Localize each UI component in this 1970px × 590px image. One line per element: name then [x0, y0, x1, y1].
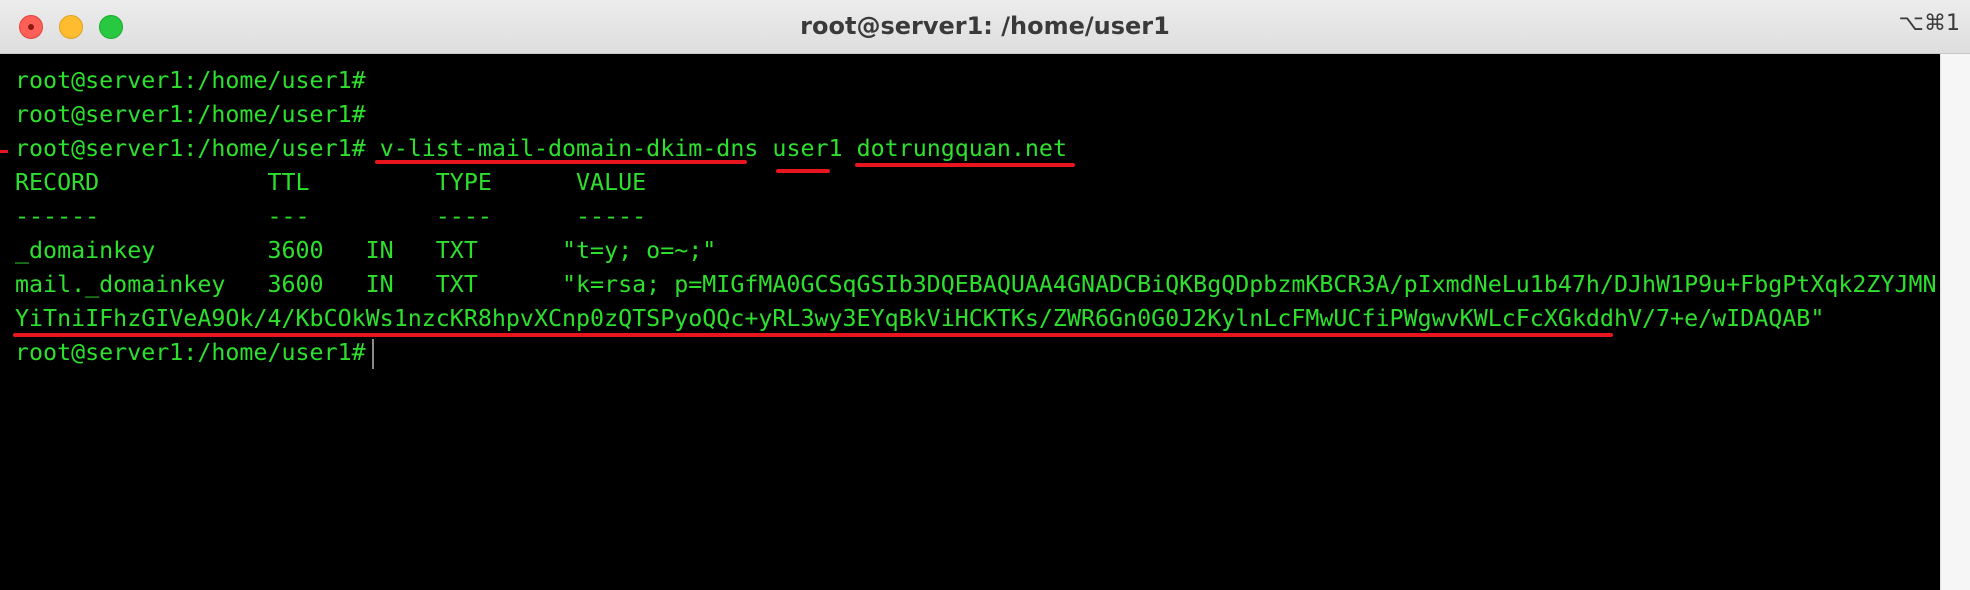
prompt-line: root@server1:/home/user1# [15, 98, 366, 132]
table-row-continuation: YiTniIFhzGIVeA9Ok/4/KbCOkWs1nzcKR8hpvXCn… [15, 305, 1825, 332]
annotation-underline-user [776, 169, 830, 173]
table-row: _domainkey 3600 IN TXT "t=y; o=~;" [15, 237, 717, 264]
annotation-underline-domain [855, 163, 1075, 167]
table-row: mail._domainkey 3600 IN TXT "k=rsa; p=MI… [15, 271, 1937, 298]
window-shortcut-label: ⌥⌘1 [1898, 11, 1960, 36]
text-cursor [371, 338, 374, 369]
scrollbar[interactable] [1940, 54, 1970, 590]
prompt-line: root@server1:/home/user1# [15, 64, 366, 98]
title-bar: root@server1: /home/user1 ⌥⌘1 [0, 0, 1970, 54]
prompt: root@server1:/home/user1# [15, 67, 366, 94]
prompt: root@server1:/home/user1# [15, 101, 366, 128]
current-prompt-line: root@server1:/home/user1# [15, 336, 374, 370]
command: v-list-mail-domain-dkim-dns [379, 135, 759, 162]
command-arg-user: user1 [772, 135, 843, 162]
prompt: root@server1:/home/user1# [15, 135, 366, 162]
terminal-output[interactable]: root@server1:/home/user1# root@server1:/… [0, 54, 1940, 590]
annotation-underline-dkim-key [13, 333, 1613, 337]
terminal-window: root@server1: /home/user1 ⌥⌘1 root@serve… [0, 0, 1970, 590]
command-arg-domain: dotrungquan.net [856, 135, 1067, 162]
table-separator: ------ --- ---- ----- [15, 203, 647, 230]
table-header: RECORD TTL TYPE VALUE [15, 169, 647, 196]
window-title: root@server1: /home/user1 [800, 12, 1170, 40]
prompt: root@server1:/home/user1# [15, 339, 366, 366]
annotation-edge-mark [0, 150, 8, 153]
annotation-underline-command [375, 160, 747, 164]
